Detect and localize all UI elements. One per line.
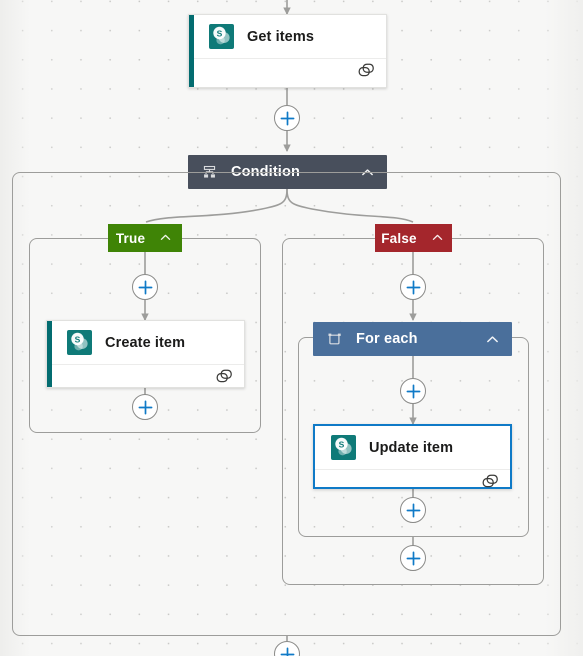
branch-label-false-text: False	[381, 230, 417, 246]
svg-text:S: S	[339, 439, 345, 449]
add-step-button-foreach-top[interactable]: +	[400, 378, 426, 404]
add-step-button-true-top[interactable]: +	[132, 274, 158, 300]
flow-designer-canvas[interactable]: S Get items +	[0, 0, 583, 656]
action-card-get-items[interactable]: S Get items	[188, 14, 387, 88]
add-step-button-after-condition[interactable]: +	[274, 641, 300, 656]
action-card-create-item[interactable]: S Create item	[46, 320, 245, 388]
branch-label-false[interactable]: False	[375, 224, 452, 252]
add-step-button-true-bottom[interactable]: +	[132, 394, 158, 420]
chevron-up-icon[interactable]	[159, 231, 174, 246]
copy-icon[interactable]	[482, 474, 499, 494]
card-footer	[47, 365, 244, 392]
card-accent-bar	[189, 15, 194, 87]
svg-text:S: S	[217, 28, 223, 38]
sharepoint-icon: S	[67, 330, 92, 355]
control-node-title: For each	[356, 331, 418, 347]
add-step-button-after-get-items[interactable]: +	[274, 105, 300, 131]
card-header: S Get items	[189, 15, 386, 59]
copy-icon[interactable]	[358, 63, 375, 83]
card-title: Get items	[247, 28, 314, 45]
sharepoint-icon: S	[331, 435, 356, 460]
card-header: S Update item	[315, 426, 510, 470]
chevron-up-icon[interactable]	[485, 332, 500, 347]
card-accent-bar	[47, 321, 52, 387]
sharepoint-icon: S	[209, 24, 234, 49]
add-step-button-false-top[interactable]: +	[400, 274, 426, 300]
loop-icon	[327, 332, 342, 347]
add-step-button-foreach-bottom[interactable]: +	[400, 497, 426, 523]
control-node-for-each[interactable]: For each	[313, 322, 512, 356]
branch-label-true-text: True	[115, 230, 146, 246]
branch-label-true[interactable]: True	[108, 224, 182, 252]
action-card-update-item[interactable]: S Update item	[313, 424, 512, 489]
chevron-up-icon[interactable]	[431, 231, 446, 246]
card-footer	[315, 470, 510, 497]
card-footer	[189, 59, 386, 86]
add-step-button-false-bottom[interactable]: +	[400, 545, 426, 571]
svg-text:S: S	[75, 334, 81, 344]
card-title: Create item	[105, 334, 186, 351]
card-header: S Create item	[47, 321, 244, 365]
copy-icon[interactable]	[216, 369, 233, 389]
card-title: Update item	[369, 439, 454, 456]
